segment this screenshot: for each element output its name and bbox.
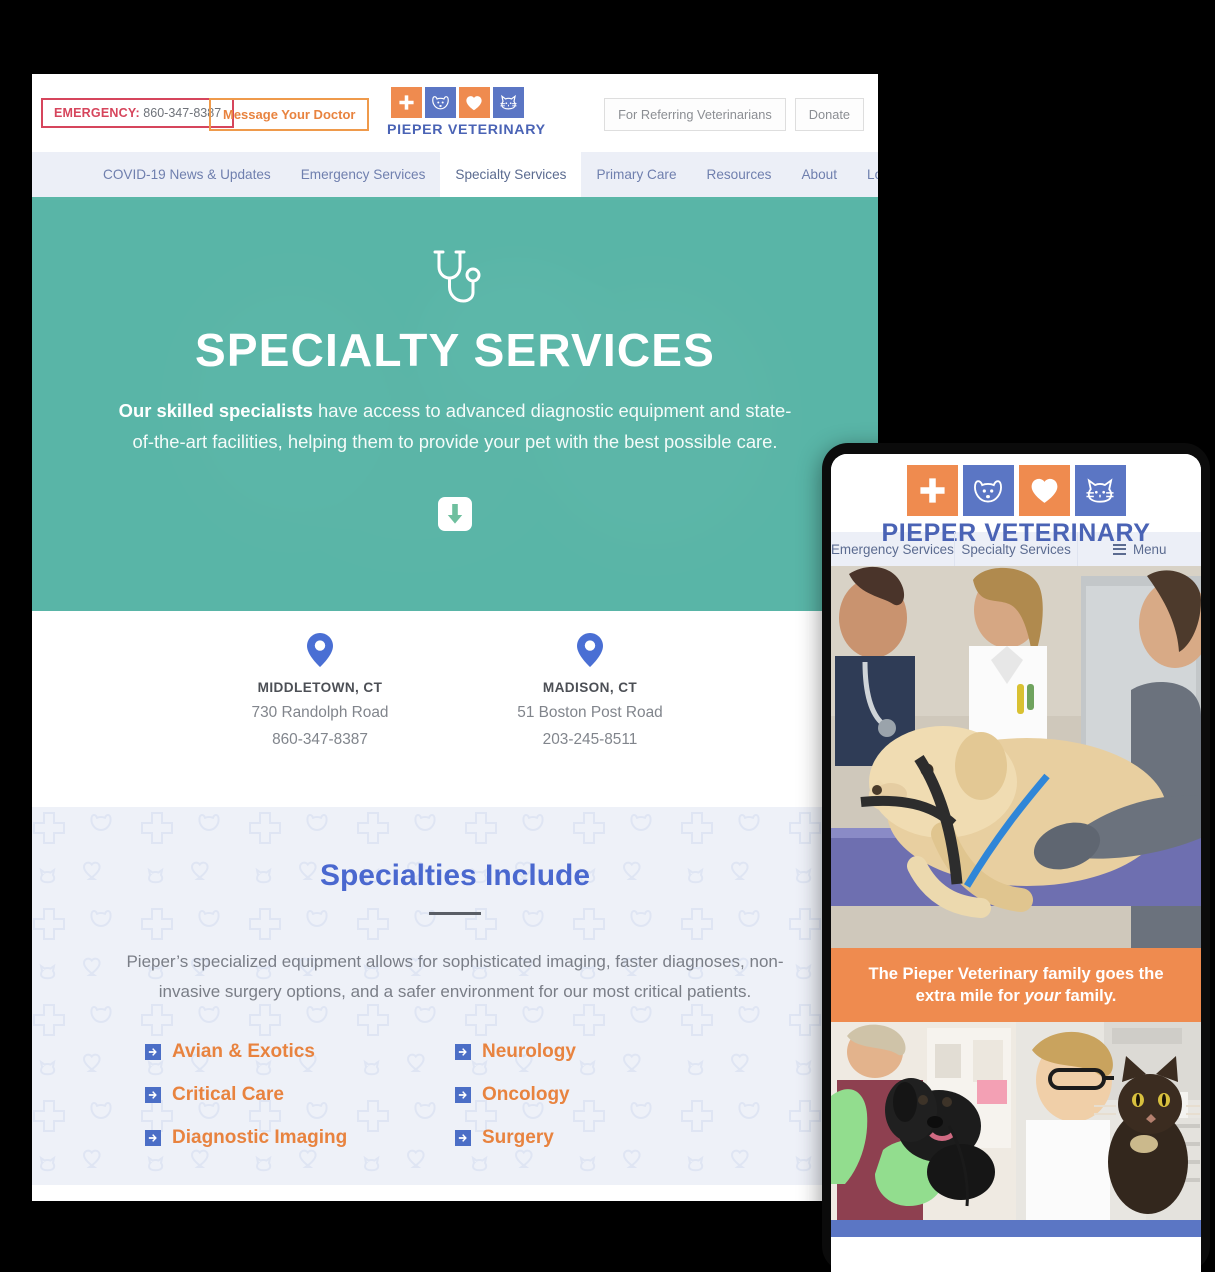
specialty-label: Diagnostic Imaging	[172, 1127, 348, 1148]
arrow-right-square-icon	[455, 1087, 471, 1103]
mobile-menu-button[interactable]: Menu	[1078, 532, 1201, 566]
specialty-item-surgery[interactable]: Surgery	[455, 1127, 765, 1149]
location-address: 730 Randolph Road	[251, 704, 389, 721]
arrow-right-square-icon	[455, 1044, 471, 1060]
arrow-right-square-icon	[145, 1044, 161, 1060]
location-phone[interactable]: 203-245-8511	[455, 731, 725, 749]
specialties-paragraph: Pieper’s specialized equipment allows fo…	[126, 952, 784, 1001]
page-title: SPECIALTY SERVICES	[194, 324, 716, 376]
site-logo[interactable]: PIEPER VETERINARY	[387, 87, 546, 138]
location-city: MADISON, CT	[542, 680, 638, 695]
nav-item-specialty[interactable]: Specialty Services	[440, 152, 582, 197]
specialty-label: Avian & Exotics	[172, 1041, 315, 1062]
specialty-item-avian-exotics[interactable]: Avian & Exotics	[145, 1041, 455, 1063]
hero-lead-text: Our skilled specialists have access to a…	[110, 395, 800, 457]
mobile-logo-tiles[interactable]	[831, 465, 1201, 516]
cross-icon	[906, 465, 958, 516]
nav-item-about[interactable]: About	[786, 152, 852, 197]
heart-icon	[1018, 465, 1070, 516]
nav-item-covid[interactable]: COVID-19 News & Updates	[88, 152, 286, 197]
hero-photo-illustration	[831, 566, 1201, 948]
mobile-tagline-banner: The Pieper Veterinary family goes the ex…	[831, 948, 1201, 1022]
tagline-emphasis: your	[1024, 986, 1061, 1005]
mobile-nav-emergency[interactable]: Emergency Services	[831, 532, 955, 566]
mobile-header: PIEPER VETERINARY	[831, 454, 1201, 547]
mobile-navigation: Emergency Services Specialty Services Me…	[831, 532, 1201, 566]
dog-icon	[424, 87, 456, 118]
cross-icon	[390, 87, 422, 118]
desktop-browser-mockup: EMERGENCY: 860-347-8387 Message Your Doc…	[32, 74, 878, 1201]
cat-icon	[1074, 465, 1126, 516]
mobile-nav-specialty[interactable]: Specialty Services	[955, 532, 1079, 566]
puppy-photo-illustration	[831, 1022, 1016, 1220]
mobile-photo-puppy	[831, 1022, 1016, 1220]
locations-section: MIDDLETOWN, CT 730 Randolph Road 860-347…	[32, 611, 878, 807]
nav-item-emergency[interactable]: Emergency Services	[286, 152, 441, 197]
heart-icon	[458, 87, 490, 118]
header-buttons: For Referring Veterinarians Donate	[604, 98, 864, 131]
tagline-line-2-post: family.	[1060, 986, 1117, 1005]
specialty-item-critical-care[interactable]: Critical Care	[145, 1084, 455, 1106]
for-referring-veterinarians-button[interactable]: For Referring Veterinarians	[604, 98, 786, 131]
hamburger-icon	[1112, 543, 1126, 555]
specialty-label: Critical Care	[172, 1084, 284, 1105]
specialties-list: Avian & Exotics Neurology Critical Care …	[32, 1041, 878, 1169]
location-card-madison[interactable]: MADISON, CT 51 Boston Post Road 203-245-…	[455, 633, 725, 807]
specialty-label: Oncology	[482, 1084, 570, 1105]
mobile-photo-cat	[1016, 1022, 1201, 1220]
location-city: MIDDLETOWN, CT	[257, 680, 383, 695]
specialty-item-oncology[interactable]: Oncology	[455, 1084, 765, 1106]
cat-icon	[492, 87, 524, 118]
nav-item-resources[interactable]: Resources	[692, 152, 787, 197]
specialty-label: Neurology	[482, 1041, 576, 1062]
emergency-phone-banner[interactable]: EMERGENCY: 860-347-8387	[41, 98, 235, 128]
hero-section: SPECIALTY SERVICES Our skilled specialis…	[32, 200, 878, 611]
location-address: 51 Boston Post Road	[517, 704, 663, 721]
arrow-down-icon	[447, 504, 463, 524]
specialty-item-diagnostic-imaging[interactable]: Diagnostic Imaging	[145, 1127, 455, 1149]
mobile-photo-pair	[831, 1022, 1201, 1220]
nav-item-primary[interactable]: Primary Care	[581, 152, 691, 197]
map-pin-icon	[307, 633, 333, 667]
mobile-screen: PIEPER VETERINARY Emergency Services Spe…	[831, 454, 1201, 1272]
emergency-label: EMERGENCY:	[54, 106, 140, 120]
mobile-hero-photo	[831, 566, 1201, 948]
donate-button[interactable]: Donate	[794, 98, 864, 131]
specialties-section: Specialties Include Pieper’s specialized…	[32, 807, 878, 1185]
stethoscope-icon	[433, 250, 481, 303]
heading-divider	[429, 912, 481, 915]
cat-photo-illustration	[1016, 1022, 1201, 1220]
tagline-line-2-pre: extra mile for	[915, 986, 1025, 1005]
arrow-right-square-icon	[145, 1087, 161, 1103]
mobile-phone-mockup: PIEPER VETERINARY Emergency Services Spe…	[822, 443, 1210, 1272]
nav-item-locations[interactable]: Locations	[852, 152, 878, 197]
main-navigation: COVID-19 News & Updates Emergency Servic…	[32, 152, 878, 200]
specialties-heading: Specialties Include	[319, 859, 591, 892]
mobile-menu-label: Menu	[1132, 541, 1167, 557]
logo-tiles	[387, 87, 527, 118]
specialty-item-neurology[interactable]: Neurology	[455, 1041, 765, 1063]
hero-lead-bold: Our skilled specialists	[118, 400, 313, 421]
logo-wordmark: PIEPER VETERINARY	[387, 122, 546, 138]
map-pin-icon	[577, 633, 603, 667]
tagline-line-1: The Pieper Veterinary family goes the	[868, 964, 1164, 983]
specialty-label: Surgery	[482, 1127, 554, 1148]
mobile-footer-bar	[831, 1220, 1201, 1237]
dog-icon	[962, 465, 1014, 516]
scroll-down-button[interactable]	[438, 497, 472, 531]
arrow-right-square-icon	[455, 1130, 471, 1146]
arrow-right-square-icon	[145, 1130, 161, 1146]
location-phone[interactable]: 860-347-8387	[185, 731, 455, 749]
site-topbar: EMERGENCY: 860-347-8387 Message Your Doc…	[32, 74, 878, 152]
location-card-middletown[interactable]: MIDDLETOWN, CT 730 Randolph Road 860-347…	[185, 633, 455, 807]
message-your-doctor-button[interactable]: Message Your Doctor	[209, 98, 370, 131]
